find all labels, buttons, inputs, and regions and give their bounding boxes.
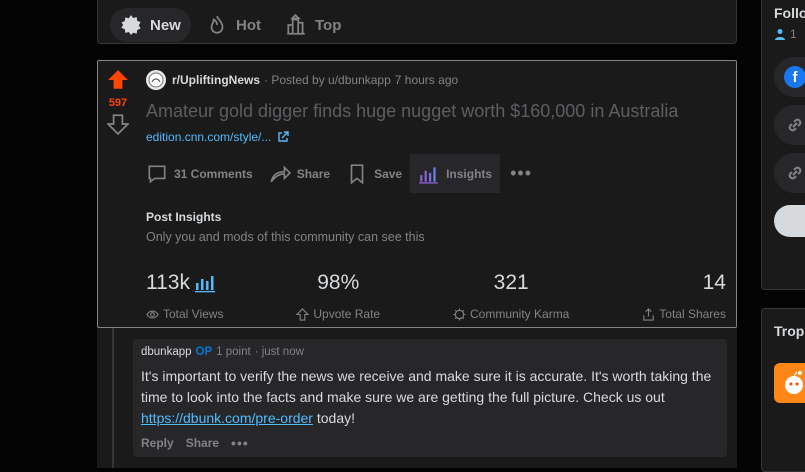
user-icon: [775, 29, 785, 40]
reply-button[interactable]: Reply: [141, 436, 174, 450]
trophy-widget: Trop: [761, 308, 805, 472]
comment-time: · just now: [254, 346, 304, 358]
share-upload-icon: [643, 307, 654, 321]
views-bars-icon: [194, 276, 215, 293]
sort-new-button[interactable]: New: [110, 8, 191, 42]
sort-new-label: New: [150, 16, 181, 34]
post-card[interactable]: 597 r/UpliftingNews · Posted by u/dbunka…: [97, 60, 737, 328]
insights-stats: 113k Total Views 98% Upvote Rate 321 Com…: [146, 269, 726, 321]
insights-heading: Post Insights: [146, 210, 222, 224]
comment-bubble-icon: [148, 164, 166, 183]
comment-author[interactable]: dbunkapp: [141, 346, 192, 358]
subreddit-icon: [148, 72, 164, 88]
stat-value: 113k: [146, 271, 190, 294]
copy-link-button-2[interactable]: [774, 153, 805, 193]
new-badge-icon: [121, 15, 141, 35]
comment-more-icon[interactable]: •••: [231, 435, 249, 451]
facebook-icon: f: [784, 66, 805, 88]
stat-value: 321: [493, 271, 529, 294]
subreddit-avatar[interactable]: [146, 70, 166, 90]
comment-body: It's important to verify the news we rec…: [141, 366, 719, 429]
post-meta: r/UpliftingNews · Posted by u/dbunkapp 7…: [146, 70, 458, 90]
stat-value: 98%: [317, 271, 360, 294]
downvote-arrow-icon[interactable]: [107, 113, 129, 135]
facebook-share-button[interactable]: f: [774, 57, 805, 97]
comments-section: dbunkapp OP 1 point · just now It's impo…: [97, 328, 737, 468]
flame-icon: [210, 15, 224, 34]
share-button[interactable]: Share: [261, 154, 338, 193]
subreddit-link[interactable]: r/UpliftingNews: [172, 73, 260, 87]
post-title[interactable]: Amateur gold digger finds huge nugget wo…: [146, 101, 678, 122]
upvote-arrow-icon[interactable]: [107, 69, 129, 91]
comments-button[interactable]: 31 Comments: [138, 154, 261, 193]
stat-label: Total Shares: [659, 307, 726, 321]
vote-column: 597: [98, 61, 138, 327]
sort-hot-button[interactable]: Hot: [196, 8, 271, 42]
eye-icon: [146, 309, 159, 319]
stat-community-karma: 321 Community Karma: [453, 269, 569, 321]
bookmark-icon: [350, 163, 364, 185]
snoo-trophy-icon: [785, 371, 803, 394]
follow-widget: Follo 1 f: [761, 0, 805, 290]
post-time: 7 hours ago: [394, 73, 459, 87]
stat-total-views: 113k Total Views: [146, 269, 223, 321]
post-link[interactable]: edition.cnn.com/style/...: [146, 130, 290, 144]
follow-title: Follo: [774, 5, 805, 21]
post-link-text[interactable]: edition.cnn.com/style/...: [146, 130, 271, 144]
sort-hot-label: Hot: [236, 16, 261, 34]
follow-button[interactable]: [774, 205, 805, 237]
copy-link-button[interactable]: [774, 105, 805, 145]
external-link-icon: [278, 131, 290, 142]
comment-actions: Reply Share •••: [141, 435, 719, 451]
karma-icon: [453, 307, 466, 321]
stat-upvote-rate: 98% Upvote Rate: [296, 269, 380, 321]
insights-subtitle: Only you and mods of this community can …: [146, 230, 425, 244]
more-options-icon[interactable]: •••: [500, 163, 542, 184]
thread-line[interactable]: [112, 328, 114, 468]
stat-total-shares: 14 Total Shares: [642, 269, 726, 321]
insights-button[interactable]: Insights: [410, 154, 501, 193]
follower-count-value: 1: [790, 27, 797, 41]
comment-text: It's important to verify the news we rec…: [141, 368, 712, 405]
top-chart-icon: [287, 14, 305, 35]
comment-meta: dbunkapp OP 1 point · just now: [141, 346, 719, 358]
trophy-title: Trop: [774, 323, 805, 339]
op-badge: OP: [195, 346, 213, 358]
comment-text-end: today!: [312, 410, 356, 426]
upvote-outline-icon: [296, 307, 310, 321]
link-chain-icon: [788, 118, 802, 132]
comment: dbunkapp OP 1 point · just now It's impo…: [133, 339, 727, 457]
post-actions: 31 Comments Share Save Insights •••: [138, 154, 542, 193]
follower-count: 1: [774, 27, 797, 41]
save-button[interactable]: Save: [338, 154, 410, 193]
share-arrow-icon: [270, 164, 291, 182]
sort-top-label: Top: [315, 16, 342, 34]
link-chain-icon: [788, 166, 802, 180]
sort-top-button[interactable]: Top: [275, 8, 351, 42]
stat-value: 14: [702, 271, 726, 294]
stat-label: Total Views: [163, 307, 224, 321]
comment-share-button[interactable]: Share: [186, 436, 219, 450]
share-label: Share: [296, 166, 331, 181]
save-label: Save: [374, 166, 403, 181]
comments-label: 31 Comments: [174, 166, 253, 181]
comment-points: 1 point: [216, 346, 251, 358]
comment-link[interactable]: https://dbunk.com/pre-order: [141, 410, 313, 426]
stat-label: Community Karma: [470, 307, 570, 321]
vote-count: 597: [108, 97, 128, 109]
posted-by[interactable]: · Posted by u/dbunkapp: [264, 73, 391, 87]
insights-bars-icon: [419, 166, 438, 184]
insights-label: Insights: [446, 166, 493, 181]
sort-bar: New Hot Top: [97, 0, 737, 44]
trophy-badge[interactable]: [774, 363, 805, 403]
stat-label: Upvote Rate: [313, 307, 381, 321]
